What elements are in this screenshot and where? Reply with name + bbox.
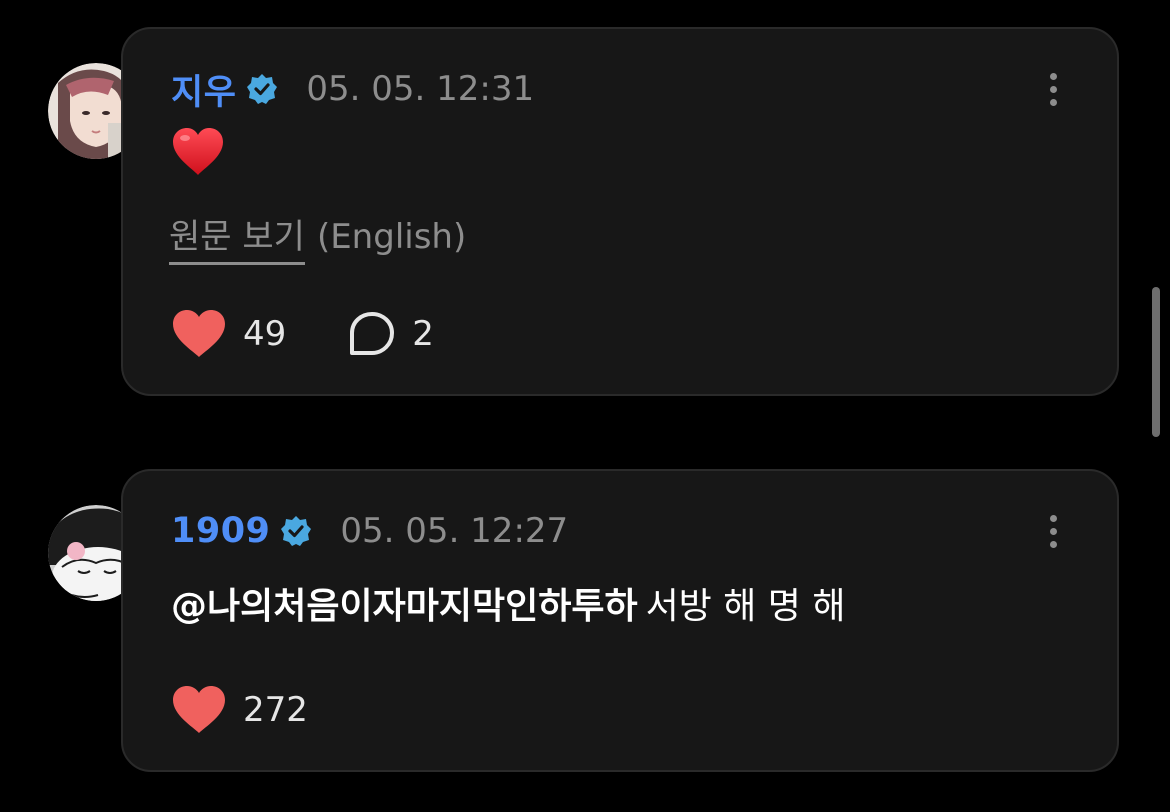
comment-header: 지우 05. 05. 12:31 xyxy=(171,67,535,113)
heart-icon xyxy=(173,686,225,733)
comment-actions: 49 2 xyxy=(171,309,434,359)
comments-page: 지우 05. 05. 12:31 원문 보기 (English) 49 2 19… xyxy=(0,0,1170,812)
red-heart-emoji-icon xyxy=(173,128,223,175)
reply-button[interactable]: 2 xyxy=(348,311,434,357)
verified-badge-icon xyxy=(281,516,312,546)
like-count: 272 xyxy=(243,690,308,730)
translation-row: 원문 보기 (English) xyxy=(169,209,466,265)
comment-header: 1909 05. 05. 12:27 xyxy=(171,509,568,553)
heart-icon xyxy=(173,310,225,357)
more-options-button[interactable] xyxy=(1041,509,1065,553)
comment-body: @나의처음이자마지막인하투하 서방 해 명 해 xyxy=(171,577,846,629)
mention-link[interactable]: @나의처음이자마지막인하투하 xyxy=(171,586,638,627)
comment-body xyxy=(171,127,225,189)
username[interactable]: 지우 xyxy=(171,64,236,115)
more-options-button[interactable] xyxy=(1041,67,1065,111)
reply-count: 2 xyxy=(412,314,434,354)
verified-badge-icon xyxy=(247,74,278,104)
speech-bubble-icon xyxy=(350,312,395,355)
timestamp: 05. 05. 12:31 xyxy=(306,69,535,109)
comment-message: 서방 해 명 해 xyxy=(645,586,846,627)
vertical-ellipsis-icon xyxy=(1049,514,1057,522)
scrollbar[interactable] xyxy=(1152,287,1160,437)
username[interactable]: 1909 xyxy=(171,511,270,551)
view-original-link[interactable]: 원문 보기 xyxy=(169,209,305,265)
like-button[interactable]: 272 xyxy=(171,685,308,735)
comment-actions: 272 xyxy=(171,685,308,735)
like-button[interactable]: 49 xyxy=(171,309,286,359)
timestamp: 05. 05. 12:27 xyxy=(340,511,569,551)
comment-card: 지우 05. 05. 12:31 원문 보기 (English) 49 2 xyxy=(121,27,1119,396)
vertical-ellipsis-icon xyxy=(1049,72,1057,80)
comment-card: 1909 05. 05. 12:27 @나의처음이자마지막인하투하 서방 해 명 … xyxy=(121,469,1119,772)
like-count: 49 xyxy=(243,314,287,354)
original-language-label: (English) xyxy=(316,217,467,257)
